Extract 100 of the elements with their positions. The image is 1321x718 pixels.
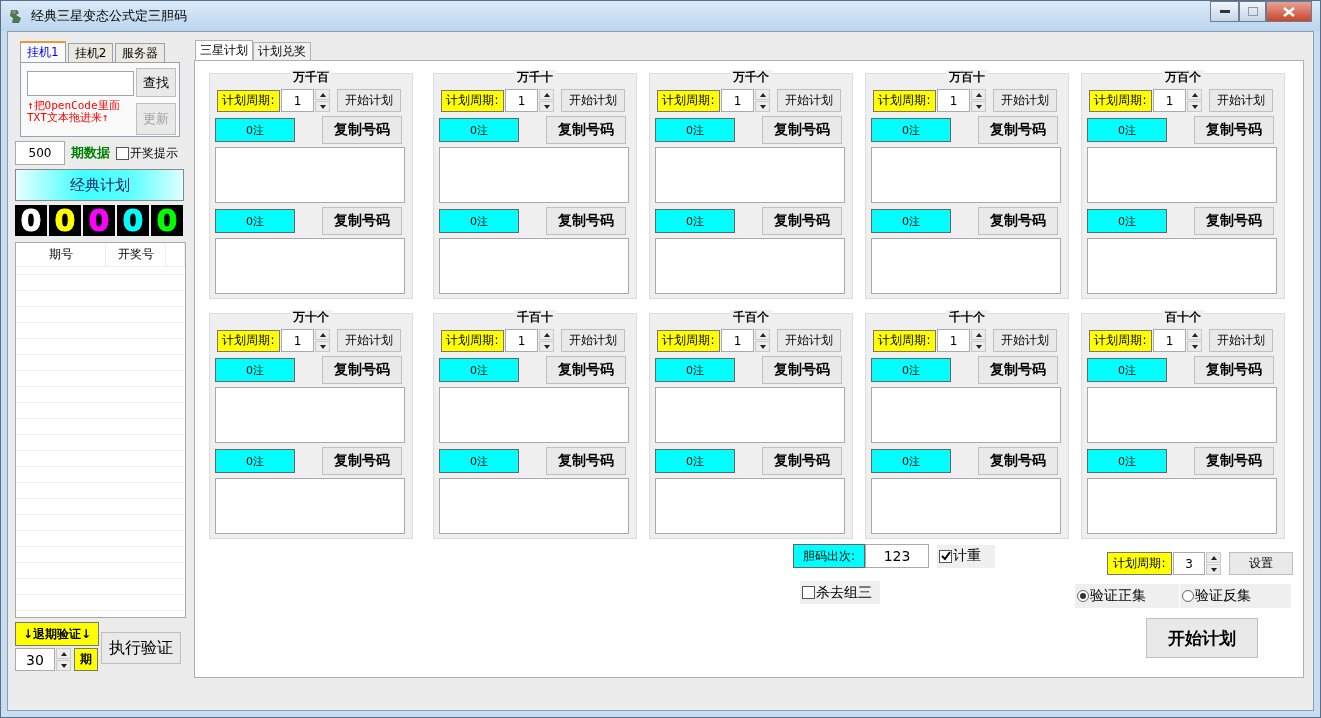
tab[interactable]: 服务器 [115,43,166,62]
copy-button[interactable]: 复制号码 [546,116,626,144]
copy-button[interactable]: 复制号码 [1194,447,1274,475]
period-input[interactable]: 1 [281,329,314,352]
spin-up-button[interactable] [56,648,71,659]
period-input[interactable]: 1 [721,329,754,352]
spin-down-button[interactable] [971,101,986,112]
copy-button[interactable]: 复制号码 [546,207,626,235]
spin-down-button[interactable] [755,341,770,352]
spin-up-button[interactable] [755,329,770,340]
spin-up-button[interactable] [539,329,554,340]
spin-down-button[interactable] [1187,101,1202,112]
checkbox[interactable] [802,586,815,599]
copy-button[interactable]: 复制号码 [978,207,1058,235]
spin-down-button[interactable] [315,101,330,112]
start-plan-button[interactable]: 开始计划 [993,329,1057,352]
copy-button[interactable]: 复制号码 [546,356,626,384]
spin-down-button[interactable] [539,101,554,112]
copy-button[interactable]: 复制号码 [322,356,402,384]
up-arrow-icon [759,332,766,337]
spin-up-button[interactable] [1187,89,1202,100]
down-arrow-icon [543,104,550,109]
minimize-button[interactable] [1210,1,1239,22]
start-plan-button[interactable]: 开始计划 [561,89,625,112]
spin-up-button[interactable] [1187,329,1202,340]
maximize-button[interactable] [1239,1,1266,22]
backtest-periods-input[interactable]: 30 [15,648,55,671]
tab[interactable]: 计划兑奖 [253,42,311,60]
copy-button[interactable]: 复制号码 [978,356,1058,384]
copy-button[interactable]: 复制号码 [322,116,402,144]
period-input[interactable]: 1 [721,89,754,112]
copy-button[interactable]: 复制号码 [322,207,402,235]
copy-button[interactable]: 复制号码 [1194,207,1274,235]
start-plan-button[interactable]: 开始计划 [337,89,401,112]
period-input[interactable]: 1 [505,89,538,112]
period-input[interactable]: 1 [505,329,538,352]
copy-button[interactable]: 复制号码 [762,447,842,475]
copy-button[interactable]: 复制号码 [546,447,626,475]
copy-button[interactable]: 复制号码 [978,116,1058,144]
start-plan-button[interactable]: 开始计划 [777,329,841,352]
start-plan-button[interactable]: 开始计划 [1209,89,1273,112]
spin-down-button[interactable] [56,660,71,671]
period-input[interactable]: 1 [1153,329,1186,352]
period-label: 计划周期: [1089,89,1152,112]
period-input[interactable]: 1 [1153,89,1186,112]
spin-down-button[interactable] [971,341,986,352]
bet-count: 0注 [655,209,735,233]
period-input[interactable]: 1 [281,89,314,112]
checkbox[interactable] [116,146,129,160]
copy-button[interactable]: 复制号码 [978,447,1058,475]
tab[interactable]: 挂机1 [20,41,66,62]
spin-up-button[interactable] [539,89,554,100]
spin-down-button[interactable] [539,341,554,352]
spin-up-button[interactable] [755,89,770,100]
spin-up-button[interactable] [971,329,986,340]
copy-button[interactable]: 复制号码 [1194,116,1274,144]
down-arrow-icon [759,104,766,109]
spin-down-button[interactable] [315,341,330,352]
start-plan-button[interactable]: 开始计划 [777,89,841,112]
digit: 0 [156,206,178,235]
spin-up-button[interactable] [1206,552,1221,563]
find-button[interactable]: 查找 [136,68,176,97]
spin-up-button[interactable] [971,89,986,100]
spin-down-button[interactable] [755,101,770,112]
copy-button[interactable]: 复制号码 [322,447,402,475]
period-label: 计划周期: [1107,552,1172,575]
checkbox[interactable] [939,549,952,563]
copy-button[interactable]: 复制号码 [1194,356,1274,384]
tab[interactable]: 挂机2 [67,43,114,62]
radio-button[interactable] [1182,590,1194,602]
spin-down-button[interactable] [1206,564,1221,575]
spin-up-button[interactable] [315,89,330,100]
copy-button[interactable]: 复制号码 [762,116,842,144]
digit: 0 [20,206,42,235]
start-plan-button[interactable]: 开始计划 [993,89,1057,112]
period-input[interactable]: 3 [1173,552,1205,575]
classic-plan-button[interactable]: 经典计划 [15,169,184,201]
period-input[interactable]: 1 [937,89,970,112]
start-plan-button[interactable]: 开始计划 [1146,618,1258,658]
close-button[interactable] [1266,1,1312,22]
start-plan-button[interactable]: 开始计划 [1209,329,1273,352]
period-input[interactable]: 1 [937,329,970,352]
settings-button[interactable]: 设置 [1229,552,1293,575]
start-plan-button[interactable]: 开始计划 [561,329,625,352]
bet-count: 0注 [1087,358,1167,382]
file-path-field[interactable] [27,71,134,96]
spin-down-button[interactable] [1187,341,1202,352]
period-count-field[interactable]: 500 [15,141,65,165]
start-plan-button[interactable]: 开始计划 [337,329,401,352]
run-verify-button[interactable]: 执行验证 [101,632,181,664]
spin-up-button[interactable] [315,329,330,340]
card-title: 千百十 [514,310,556,324]
tab[interactable]: 三星计划 [195,40,253,60]
copy-button[interactable]: 复制号码 [762,356,842,384]
dan-value-field[interactable]: 123 [865,544,929,568]
copy-button[interactable]: 复制号码 [762,207,842,235]
period-label: 计划周期: [873,89,936,112]
bet-count: 0注 [655,358,735,382]
backtest-label: ↓退期验证↓ [15,622,99,646]
radio-button[interactable] [1077,590,1089,602]
